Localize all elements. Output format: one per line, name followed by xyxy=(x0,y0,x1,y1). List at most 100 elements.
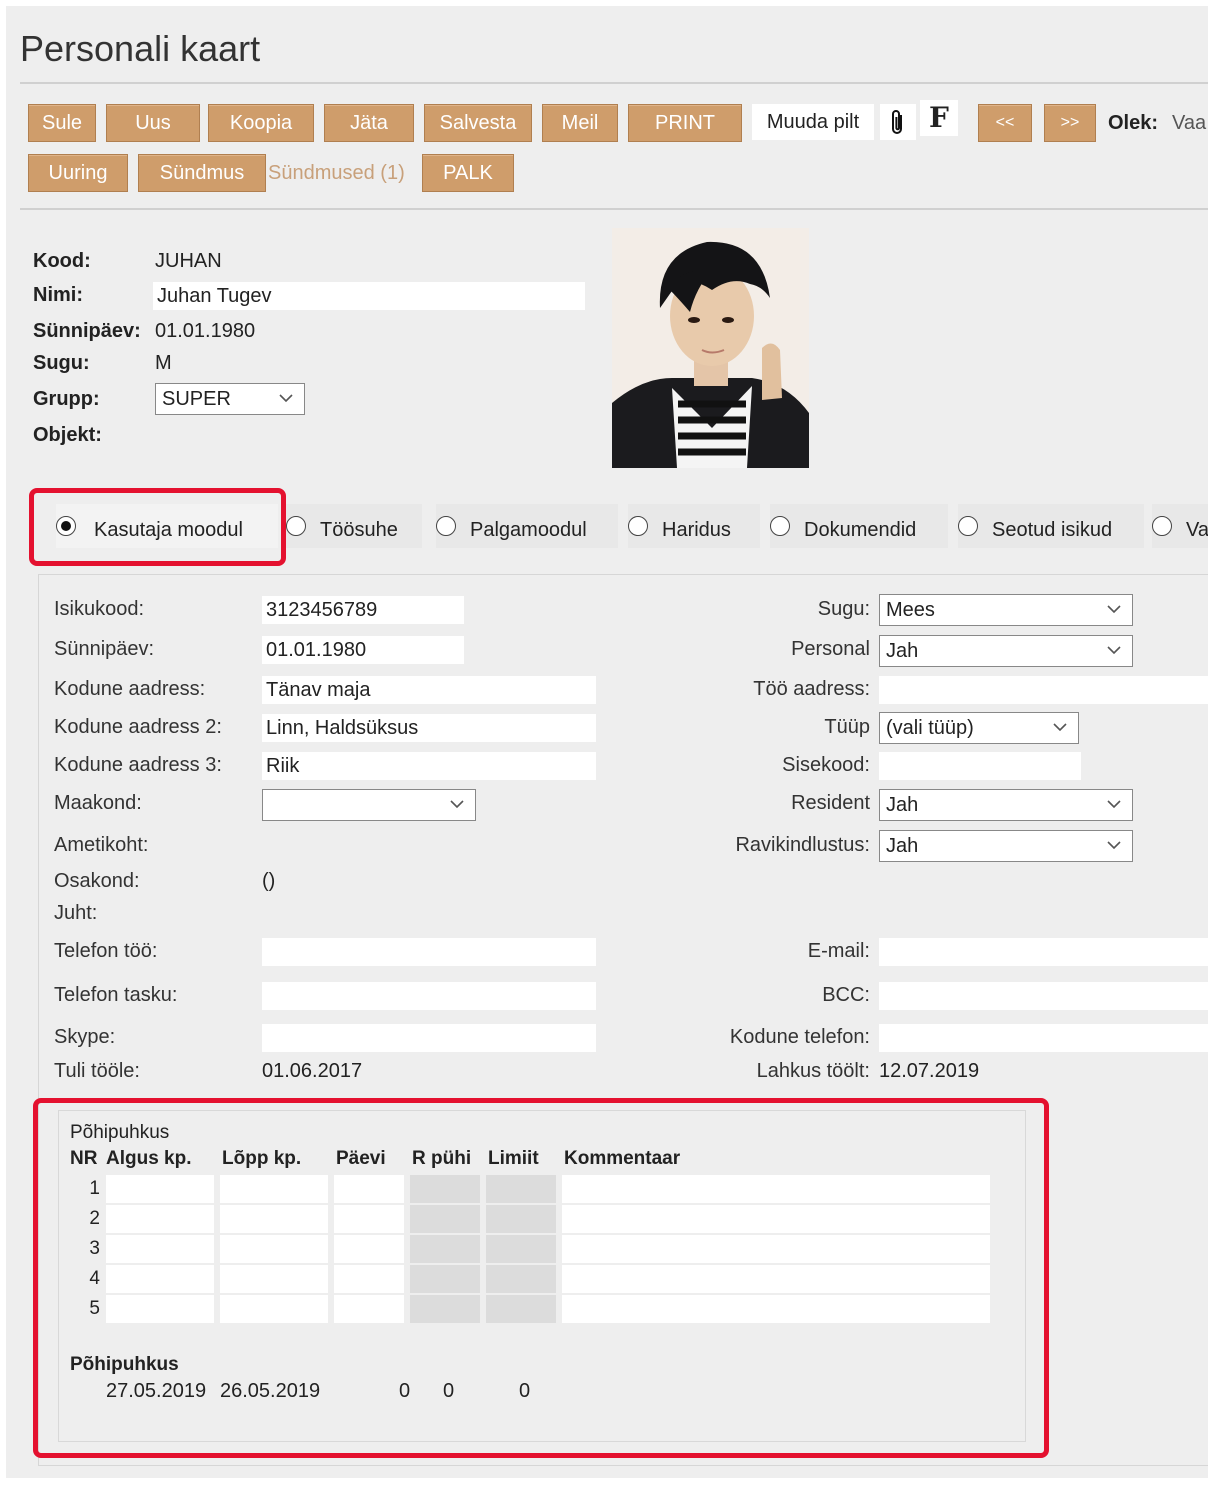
gender-value: M xyxy=(155,352,172,374)
tuli-label: Tuli tööle: xyxy=(54,1060,140,1082)
print-button[interactable]: PRINT xyxy=(628,104,742,142)
tab-va[interactable]: Va xyxy=(1152,504,1208,548)
survey-button[interactable]: Uuring xyxy=(28,154,128,192)
status-label: Olek: xyxy=(1108,112,1159,134)
osakond-label: Osakond: xyxy=(54,870,140,892)
tab-label: Dokumendid xyxy=(804,519,917,541)
radio-icon xyxy=(628,516,648,536)
lahkus-value: 12.07.2019 xyxy=(879,1060,980,1082)
group-select-value: SUPER xyxy=(162,388,231,410)
paperclip-icon[interactable] xyxy=(880,104,916,140)
resident-select-value: Jah xyxy=(886,794,919,816)
highlight-vacation xyxy=(33,1098,1049,1458)
tab-label: Töösuhe xyxy=(320,519,398,541)
chevron-down-icon xyxy=(1053,723,1067,732)
tyyp-select[interactable]: (vali tüüp) xyxy=(879,712,1079,744)
event-button[interactable]: Sündmus xyxy=(138,154,266,192)
too-aadress-input[interactable] xyxy=(879,676,1208,704)
skype-input[interactable] xyxy=(262,1024,596,1052)
email-input[interactable] xyxy=(879,938,1208,966)
change-picture-button[interactable]: Muuda pilt xyxy=(752,104,874,140)
cancel-button[interactable]: Jäta xyxy=(324,104,414,142)
radio-icon xyxy=(286,516,306,536)
sugu-select[interactable]: Mees xyxy=(879,594,1133,626)
radio-icon xyxy=(436,516,456,536)
chevron-down-icon xyxy=(279,394,293,403)
tab-label: Palgamoodul xyxy=(470,519,587,541)
employee-photo xyxy=(612,228,809,468)
save-button[interactable]: Salvesta xyxy=(424,104,532,142)
resident-select[interactable]: Jah xyxy=(879,789,1133,821)
isikukood-input[interactable]: 3123456789 xyxy=(262,596,464,624)
group-select[interactable]: SUPER xyxy=(155,383,305,415)
chevron-down-icon xyxy=(1107,646,1121,655)
kodune-telefon-input[interactable] xyxy=(879,1024,1208,1052)
tab-dokumendid[interactable]: Dokumendid xyxy=(770,504,948,548)
status-value: Vaa xyxy=(1172,112,1207,134)
sisekood-label: Sisekood: xyxy=(782,754,870,776)
aadress3-label: Kodune aadress 3: xyxy=(54,754,222,776)
bcc-input[interactable] xyxy=(879,982,1208,1010)
telefon-tasku-label: Telefon tasku: xyxy=(54,984,178,1006)
divider xyxy=(20,208,1208,210)
sisekood-input[interactable] xyxy=(879,752,1081,780)
radio-icon xyxy=(958,516,978,536)
next-button[interactable]: >> xyxy=(1044,104,1096,142)
aadress2-input[interactable]: Linn, Haldsüksus xyxy=(262,714,596,742)
too-aadress-label: Töö aadress: xyxy=(753,678,870,700)
page-title: Personali kaart xyxy=(20,28,261,69)
osakond-value: () xyxy=(262,870,276,892)
tuli-value: 01.06.2017 xyxy=(262,1060,363,1082)
mail-button[interactable]: Meil xyxy=(542,104,618,142)
personal-select[interactable]: Jah xyxy=(879,635,1133,667)
tab-label: Haridus xyxy=(662,519,731,541)
new-button[interactable]: Uus xyxy=(106,104,200,142)
telefon-tasku-input[interactable] xyxy=(262,982,596,1010)
aadress3-input[interactable]: Riik xyxy=(262,752,596,780)
tab-toosuhe[interactable]: Töösuhe xyxy=(286,504,422,548)
isikukood-label: Isikukood: xyxy=(54,598,145,620)
copy-button[interactable]: Koopia xyxy=(208,104,314,142)
close-button[interactable]: Sule xyxy=(28,104,96,142)
birth-value: 01.01.1980 xyxy=(155,320,256,342)
personal-select-value: Jah xyxy=(886,640,919,662)
name-label: Nimi: xyxy=(33,284,83,306)
aadress-input[interactable]: Tänav maja xyxy=(262,676,596,704)
telefon-too-input[interactable] xyxy=(262,938,596,966)
events-link[interactable]: Sündmused (1) xyxy=(268,162,405,185)
skype-label: Skype: xyxy=(54,1026,116,1048)
chevron-down-icon xyxy=(1107,605,1121,614)
resident-label: Resident xyxy=(791,792,870,814)
maakond-label: Maakond: xyxy=(54,792,142,814)
personal-label: Personal xyxy=(791,638,870,660)
sugu-select-value: Mees xyxy=(886,599,935,621)
name-input[interactable]: Juhan Tugev xyxy=(153,282,585,310)
tab-label: Va xyxy=(1186,519,1208,541)
highlight-tab xyxy=(29,488,286,566)
ravikindlustus-select[interactable]: Jah xyxy=(879,830,1133,862)
gender-label: Sugu: xyxy=(33,352,90,374)
maakond-select[interactable] xyxy=(262,789,476,821)
ravikindlustus-select-value: Jah xyxy=(886,835,919,857)
ravikindlustus-label: Ravikindlustus: xyxy=(735,834,870,856)
telefon-too-label: Telefon töö: xyxy=(54,940,158,962)
email-label: E-mail: xyxy=(807,940,870,962)
f-format-button[interactable]: F xyxy=(920,100,958,136)
chevron-down-icon xyxy=(1107,800,1121,809)
salary-button[interactable]: PALK xyxy=(422,154,514,192)
chevron-down-icon xyxy=(450,800,464,809)
object-label: Objekt: xyxy=(33,424,102,446)
group-label: Grupp: xyxy=(33,388,100,410)
code-value: JUHAN xyxy=(155,250,222,272)
synnipaev-input[interactable]: 01.01.1980 xyxy=(262,636,464,664)
bcc-label: BCC: xyxy=(822,984,870,1006)
lahkus-label: Lahkus töölt: xyxy=(756,1060,870,1082)
tab-seotud-isikud[interactable]: Seotud isikud xyxy=(958,504,1144,548)
radio-icon xyxy=(1152,516,1172,536)
tab-haridus[interactable]: Haridus xyxy=(628,504,760,548)
tab-palgamoodul[interactable]: Palgamoodul xyxy=(436,504,618,548)
previous-button[interactable]: << xyxy=(978,104,1032,142)
sugu-label: Sugu: xyxy=(817,598,870,620)
juht-label: Juht: xyxy=(54,902,98,924)
ametikoht-label: Ametikoht: xyxy=(54,834,149,856)
